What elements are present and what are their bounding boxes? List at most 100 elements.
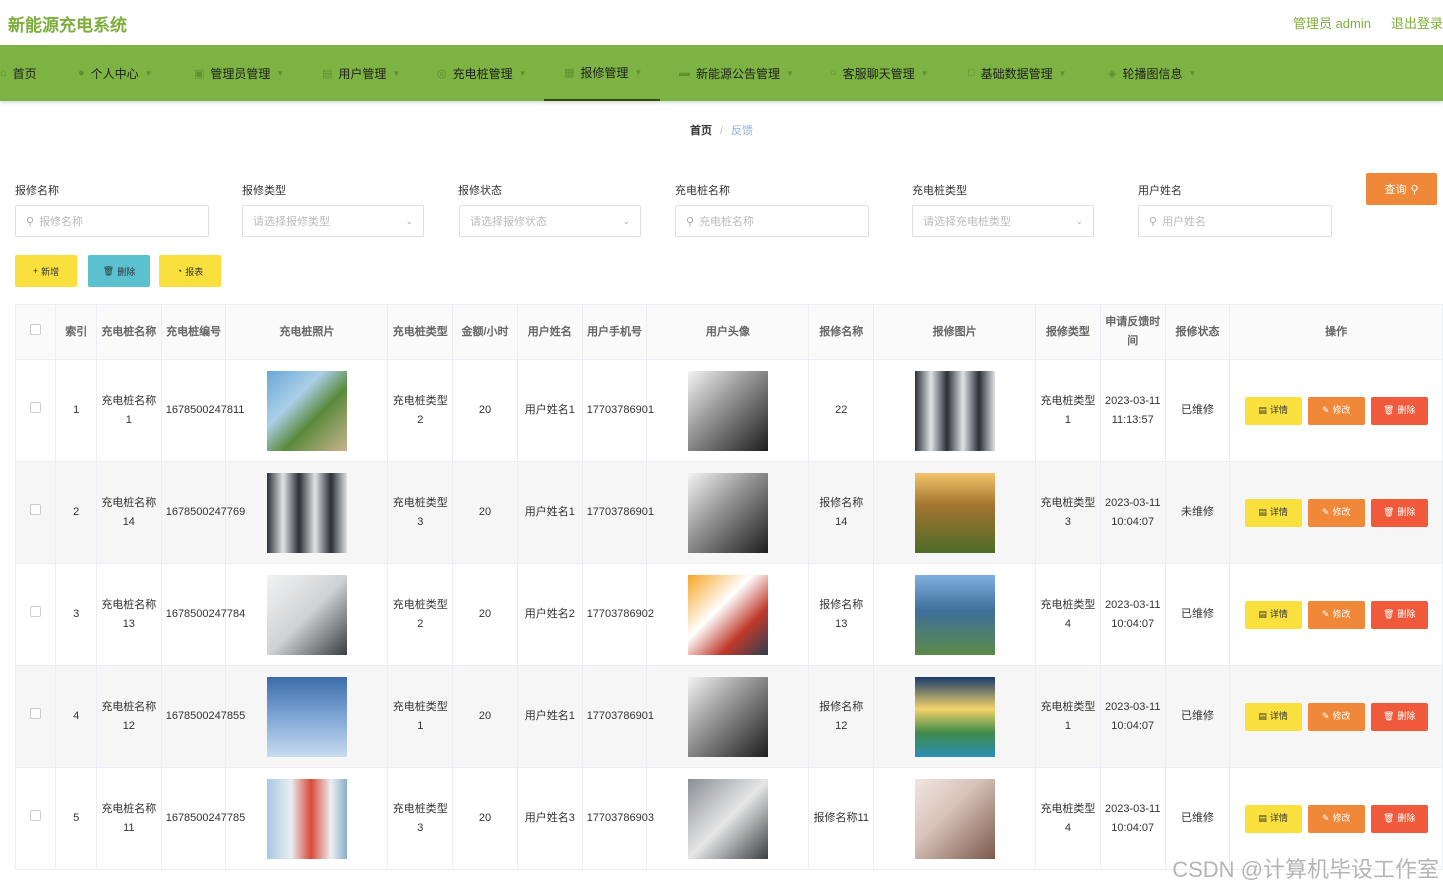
table-row[interactable]: 3 充电桩名称13 1678500247784 充电桩类型2 20 用户姓名2 177037…	[14, 563, 1443, 666]
detail-button[interactable]: ▤ 详情	[1244, 702, 1302, 731]
select-all-checkbox[interactable]	[30, 323, 42, 335]
cell-phone: 17703786901	[581, 665, 654, 768]
add-button[interactable]: + 新增	[15, 255, 77, 287]
repair-photo[interactable]	[914, 778, 995, 859]
cell-pile-name: 充电桩名称11	[95, 767, 162, 870]
edit-button[interactable]: ✎ 修改	[1307, 702, 1365, 731]
repair-status-select[interactable]: 请选择报修状态 ⌄	[459, 205, 641, 237]
repair-photo[interactable]	[914, 370, 995, 451]
nav-label: 首页	[12, 66, 37, 81]
row-select-cell[interactable]	[14, 563, 57, 666]
nav-item-profile[interactable]: ● 个人中心 ▼	[78, 45, 153, 101]
nav-item-charger[interactable]: ◎ 充电桩管理 ▼	[437, 45, 527, 101]
edit-button[interactable]: ✎ 修改	[1307, 804, 1365, 833]
pile-name-placeholder: 充电桩名称	[699, 216, 755, 228]
chevron-down-icon: ▼	[392, 68, 401, 78]
nav-item-repair[interactable]: ▦ 报修管理 ▼	[544, 45, 660, 101]
admin-label[interactable]: 管理员 admin	[1293, 13, 1371, 32]
row-select-cell[interactable]	[14, 461, 57, 564]
row-select-cell[interactable]	[14, 359, 57, 462]
repair-photo[interactable]	[914, 676, 995, 757]
delete-button[interactable]: 🗑 删除	[1370, 804, 1428, 833]
delete-button[interactable]: 🗑 删除	[1370, 600, 1428, 629]
pile-photo[interactable]	[266, 370, 347, 451]
pile-photo[interactable]	[266, 574, 347, 655]
cell-price: 20	[452, 359, 518, 462]
repair-table: 索引 充电桩名称 充电桩编号 充电桩照片 充电桩类型 金额/小时 用户姓名 用户…	[14, 304, 1443, 870]
pile-type-select[interactable]: 请选择充电桩类型 ⌄	[912, 205, 1094, 237]
batch-delete-button[interactable]: 🗑 删除	[88, 255, 150, 287]
pile-name-input[interactable]: ⚲ 充电桩名称	[675, 205, 869, 237]
row-checkbox[interactable]	[30, 708, 42, 719]
search-icon: ⚲	[1149, 215, 1158, 228]
repair-photo[interactable]	[914, 472, 995, 553]
delete-button[interactable]: 🗑 删除	[1370, 498, 1428, 527]
row-select-cell[interactable]	[14, 767, 57, 870]
nav-item-users[interactable]: ▤ 用户管理 ▼	[322, 45, 400, 101]
detail-button[interactable]: ▤ 详情	[1244, 396, 1302, 425]
detail-label: 详情	[1269, 405, 1288, 415]
nav-item-home[interactable]: ⌂ 首页	[0, 45, 37, 101]
user-avatar[interactable]	[687, 676, 768, 757]
logout-link[interactable]: 退出登录	[1391, 13, 1443, 32]
delete-button[interactable]: 🗑 删除	[1370, 396, 1428, 425]
pencil-icon: ✎	[1321, 507, 1330, 517]
cell-time: 2023-03-11 10:04:07	[1099, 665, 1166, 768]
repair-type-label: 报修类型	[242, 185, 286, 197]
table-row[interactable]: 1 充电桩名称1 1678500247811 充电桩类型2 20 用户姓名1 1770378…	[14, 359, 1443, 462]
user-avatar[interactable]	[687, 370, 768, 451]
cell-status: 未维修	[1164, 461, 1231, 564]
detail-label: 详情	[1269, 507, 1288, 517]
nav-item-carousel[interactable]: ◈ 轮播图信息 ▼	[1108, 45, 1196, 101]
add-label: 新增	[41, 266, 60, 277]
nav-item-chat[interactable]: ○ 客服聊天管理 ▼	[830, 45, 929, 101]
col-header: 用户手机号	[581, 304, 648, 360]
user-avatar[interactable]	[687, 778, 768, 859]
repair-status-label: 报修状态	[458, 185, 502, 197]
trash-icon: 🗑	[1382, 711, 1395, 721]
pile-type-label: 充电桩类型	[912, 185, 967, 197]
row-checkbox[interactable]	[30, 402, 42, 413]
detail-button[interactable]: ▤ 详情	[1244, 600, 1302, 629]
user-name-input[interactable]: ⚲ 用户姓名	[1138, 205, 1332, 237]
nav-item-data[interactable]: □ 基础数据管理 ▼	[968, 45, 1067, 101]
remove-label: 删除	[1397, 813, 1416, 823]
breadcrumb-home[interactable]: 首页	[690, 125, 712, 137]
row-checkbox[interactable]	[30, 504, 42, 515]
user-avatar[interactable]	[687, 472, 768, 553]
pile-photo[interactable]	[266, 676, 347, 757]
query-button[interactable]: 查询 ⚲	[1366, 173, 1437, 205]
row-checkbox[interactable]	[30, 606, 42, 617]
report-button[interactable]: ◔ 报表	[159, 255, 221, 287]
nav-item-notice[interactable]: ▬ 新能源公告管理 ▼	[679, 45, 794, 101]
cell-avatar	[646, 359, 810, 462]
row-checkbox[interactable]	[30, 810, 42, 821]
edit-label: 修改	[1332, 405, 1351, 415]
row-select-cell[interactable]	[14, 665, 57, 768]
chevron-down-icon: ⌄	[622, 215, 630, 226]
detail-button[interactable]: ▤ 详情	[1244, 498, 1302, 527]
edit-button[interactable]: ✎ 修改	[1307, 396, 1365, 425]
chevron-down-icon: ▼	[518, 68, 527, 78]
pile-type-placeholder: 请选择充电桩类型	[923, 216, 1011, 228]
user-avatar[interactable]	[687, 574, 768, 655]
repair-type-select[interactable]: 请选择报修类型 ⌄	[242, 205, 424, 237]
repair-name-placeholder: 报修名称	[39, 216, 84, 228]
select-all-cell[interactable]	[14, 304, 57, 360]
nav-item-admin[interactable]: ▣ 管理员管理 ▼	[194, 45, 284, 101]
cell-pile-name: 充电桩名称12	[95, 665, 162, 768]
detail-button[interactable]: ▤ 详情	[1244, 804, 1302, 833]
pile-photo[interactable]	[266, 778, 347, 859]
repair-name-input[interactable]: ⚲ 报修名称	[15, 205, 209, 237]
table-row[interactable]: 4 充电桩名称12 1678500247855 充电桩类型1 20 用户姓名1 177037…	[14, 665, 1443, 768]
chevron-down-icon: ▼	[276, 68, 285, 78]
table-row[interactable]: 2 充电桩名称14 1678500247769 充电桩类型3 20 用户姓名1 177037…	[14, 461, 1443, 564]
watermark: CSDN @计算机毕设工作室	[1172, 857, 1439, 882]
edit-button[interactable]: ✎ 修改	[1307, 498, 1365, 527]
chevron-down-icon: ▼	[1058, 68, 1067, 78]
cell-pile-photo	[225, 767, 389, 870]
edit-button[interactable]: ✎ 修改	[1307, 600, 1365, 629]
repair-photo[interactable]	[914, 574, 995, 655]
delete-button[interactable]: 🗑 删除	[1370, 702, 1428, 731]
pile-photo[interactable]	[266, 472, 347, 553]
